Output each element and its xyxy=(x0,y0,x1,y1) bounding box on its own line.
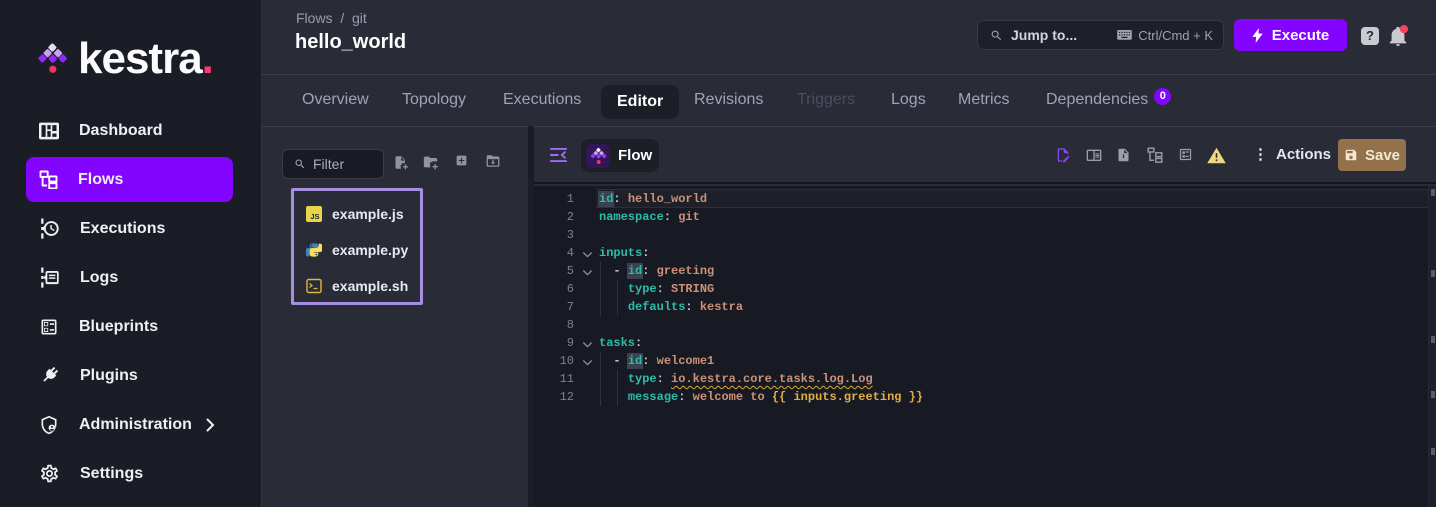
svg-text:JS: JS xyxy=(310,212,319,221)
